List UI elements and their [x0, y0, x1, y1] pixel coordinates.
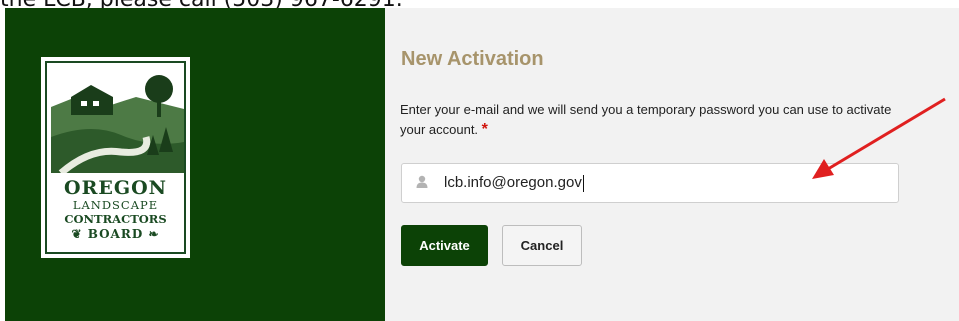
logo-line-oregon: OREGON: [64, 177, 167, 199]
page-title: New Activation: [401, 48, 544, 70]
red-arrow-annotation-icon: [812, 97, 946, 179]
landscape-illustration: [51, 67, 184, 173]
leaf-right-icon: ❧: [148, 227, 160, 241]
cancel-button[interactable]: Cancel: [502, 225, 582, 266]
email-text: lcb.info@oregon.gov: [444, 174, 582, 191]
email-input-value: lcb.info@oregon.gov: [444, 174, 584, 192]
required-indicator: *: [481, 121, 488, 138]
text-caret: [582, 174, 584, 192]
logo-line-contractors: CONTRACTORS: [64, 212, 167, 226]
lcb-logo: OREGON LANDSCAPE CONTRACTORS ❦ BOARD ❧: [41, 57, 190, 258]
logo-line-landscape: LANDSCAPE: [72, 198, 159, 212]
leaf-left-icon: ❦: [71, 227, 83, 241]
activate-button[interactable]: Activate: [401, 225, 488, 266]
logo-board-label: BOARD: [87, 227, 144, 241]
user-icon: [416, 175, 428, 188]
brand-panel: OREGON LANDSCAPE CONTRACTORS ❦ BOARD ❧: [5, 8, 385, 321]
logo-line-board: ❦ BOARD ❧: [47, 227, 184, 241]
